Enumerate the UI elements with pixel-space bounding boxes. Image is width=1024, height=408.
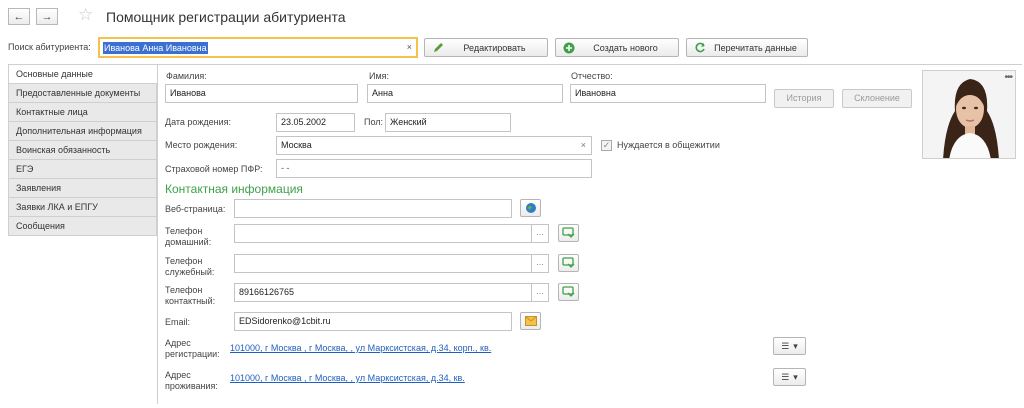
last-name-label: Фамилия:: [166, 71, 207, 81]
arrow-left-icon: ←: [13, 10, 25, 23]
phone-call-icon: [562, 257, 575, 268]
search-label: Поиск абитуриента:: [8, 42, 91, 52]
pencil-icon: [432, 42, 444, 54]
web-field[interactable]: [234, 199, 512, 218]
tab-applications[interactable]: Заявления: [8, 179, 157, 198]
phone-contact-field[interactable]: 89166126765: [234, 283, 532, 302]
history-button[interactable]: История: [774, 89, 834, 108]
reg-address-menu-button[interactable]: ☰ ▾: [773, 337, 806, 355]
reg-address-link[interactable]: 101000, г Москва , г Москва, , ул Маркси…: [230, 343, 491, 353]
phone-home-select-button[interactable]: ...: [532, 224, 549, 243]
web-label: Веб-страница:: [165, 204, 226, 214]
search-value: Иванова Анна Ивановна: [103, 42, 208, 54]
phone-work-field[interactable]: [234, 254, 532, 273]
tab-additional-info[interactable]: Дополнительная информация: [8, 122, 157, 141]
live-address-link[interactable]: 101000, г Москва , г Москва, , ул Маркси…: [230, 373, 465, 383]
email-label: Email:: [165, 317, 191, 327]
star-icon[interactable]: ☆: [78, 5, 93, 25]
globe-button[interactable]: [520, 199, 541, 217]
chevron-down-icon: ▾: [793, 340, 798, 351]
refresh-icon: [694, 42, 706, 54]
birth-place-field[interactable]: Москва ×: [276, 136, 592, 155]
globe-icon: [525, 203, 536, 213]
dormitory-label: Нуждается в общежитии: [617, 140, 720, 150]
chevron-down-icon: ▾: [793, 371, 798, 382]
email-field[interactable]: EDSidorenko@1cbit.ru: [234, 312, 512, 331]
envelope-icon: [524, 316, 537, 326]
birth-place-value: Москва: [281, 140, 312, 150]
tab-contact-persons[interactable]: Контактные лица: [8, 103, 157, 122]
birth-date-field[interactable]: 23.05.2002: [276, 113, 355, 132]
clear-icon[interactable]: ×: [581, 137, 586, 154]
dormitory-checkbox[interactable]: ✓: [601, 140, 612, 151]
phone-contact-select-button[interactable]: ...: [532, 283, 549, 302]
first-name-label: Имя:: [369, 71, 390, 81]
reg-address-label-1: Адрес: [165, 338, 191, 348]
phone-work-label-2: служебный:: [165, 267, 215, 277]
applicant-photo[interactable]: •••: [922, 70, 1016, 159]
reread-button[interactable]: Перечитать данные: [686, 38, 808, 57]
edit-button[interactable]: Редактировать: [424, 38, 548, 57]
clear-icon[interactable]: ×: [407, 42, 412, 52]
phone-home-label-1: Телефон: [165, 226, 203, 236]
phone-work-label-1: Телефон: [165, 256, 203, 266]
phone-call-icon: [562, 286, 575, 297]
portrait-image: [923, 71, 1015, 158]
search-input[interactable]: Иванова Анна Ивановна ×: [98, 37, 418, 58]
send-email-button[interactable]: [520, 312, 541, 330]
tab-lka-epgu[interactable]: Заявки ЛКА и ЕПГУ: [8, 198, 157, 217]
hamburger-icon: ☰: [781, 371, 790, 382]
live-address-menu-button[interactable]: ☰ ▾: [773, 368, 806, 386]
contact-info-heading: Контактная информация: [165, 182, 303, 196]
gender-field[interactable]: Женский: [385, 113, 511, 132]
arrow-right-icon: →: [41, 10, 53, 23]
declension-button[interactable]: Склонение: [842, 89, 912, 108]
phone-contact-label-1: Телефон: [165, 285, 203, 295]
page-title: Помощник регистрации абитуриента: [106, 9, 346, 25]
pfr-field[interactable]: - -: [276, 159, 592, 178]
tab-ege[interactable]: ЕГЭ: [8, 160, 157, 179]
first-name-field[interactable]: Анна: [367, 84, 563, 103]
phone-work-select-button[interactable]: ...: [532, 254, 549, 273]
forward-button[interactable]: →: [36, 8, 58, 25]
birth-place-label: Место рождения:: [165, 140, 238, 150]
back-button[interactable]: ←: [8, 8, 30, 25]
phone-call-icon: [562, 227, 575, 238]
phone-work-call-button[interactable]: [558, 254, 579, 272]
tab-documents[interactable]: Предоставленные документы: [8, 84, 157, 103]
create-new-button[interactable]: Создать нового: [555, 38, 679, 57]
last-name-field[interactable]: Иванова: [165, 84, 358, 103]
reg-address-label-2: регистрации:: [165, 349, 220, 359]
patronymic-label: Отчество:: [571, 71, 613, 81]
live-address-label-2: проживания:: [165, 381, 218, 391]
phone-home-label-2: домашний:: [165, 237, 212, 247]
phone-home-field[interactable]: [234, 224, 532, 243]
plus-circle-icon: [563, 42, 575, 54]
pfr-label: Страховой номер ПФР:: [165, 164, 263, 174]
tab-main-data[interactable]: Основные данные: [8, 64, 157, 84]
tab-military[interactable]: Воинская обязанность: [8, 141, 157, 160]
tab-messages[interactable]: Сообщения: [8, 217, 157, 236]
phone-contact-call-button[interactable]: [558, 283, 579, 301]
phone-contact-label-2: контактный:: [165, 296, 216, 306]
patronymic-field[interactable]: Ивановна: [570, 84, 766, 103]
gender-label: Пол:: [364, 117, 384, 127]
hamburger-icon: ☰: [781, 340, 790, 351]
phone-home-call-button[interactable]: [558, 224, 579, 242]
live-address-label-1: Адрес: [165, 370, 191, 380]
birth-date-label: Дата рождения:: [165, 117, 231, 127]
more-icon[interactable]: •••: [1004, 72, 1012, 83]
